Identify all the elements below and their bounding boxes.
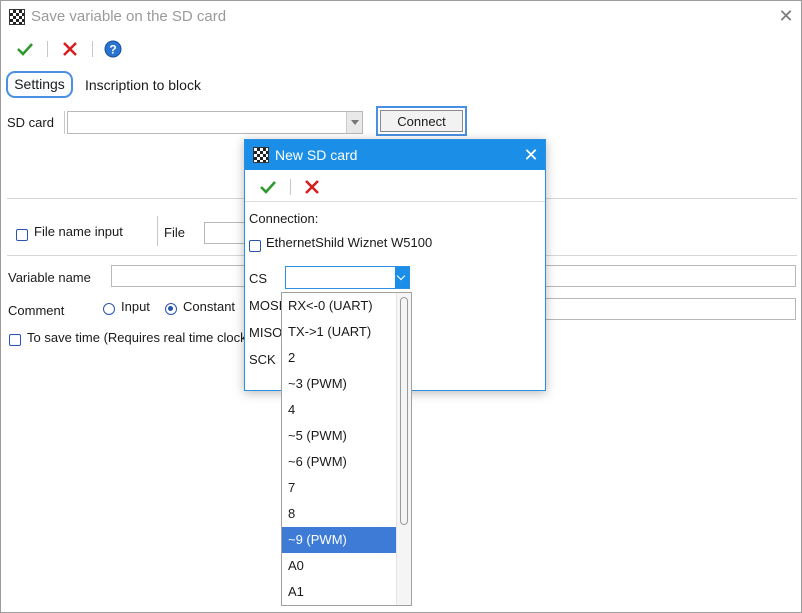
comment-constant-label: Constant: [183, 299, 236, 314]
variable-name-label: Variable name: [8, 270, 91, 285]
close-icon[interactable]: ✕: [521, 145, 541, 165]
miso-label: MISO: [249, 325, 283, 340]
cross-icon[interactable]: [61, 40, 79, 58]
dropdown-item[interactable]: 2: [282, 345, 396, 371]
dropdown-item[interactable]: A1: [282, 579, 396, 605]
check-icon[interactable]: [16, 40, 34, 58]
field-separator: [157, 216, 158, 246]
save-time-checkbox[interactable]: [9, 334, 21, 346]
close-icon[interactable]: ✕: [776, 6, 796, 26]
file-name-input-checkbox[interactable]: [16, 229, 28, 241]
toolbar-separator: [47, 41, 48, 57]
cs-dropdown-list[interactable]: RX<-0 (UART) TX->1 (UART) 2 ~3 (PWM) 4 ~…: [281, 292, 412, 606]
divider: [245, 201, 545, 202]
field-separator: [64, 111, 65, 134]
dropdown-item-selected[interactable]: ~9 (PWM): [282, 527, 396, 553]
app-icon: [253, 147, 269, 163]
chevron-down-icon[interactable]: [395, 267, 409, 288]
chevron-down-icon[interactable]: [346, 112, 362, 133]
dropdown-item[interactable]: ~5 (PWM): [282, 423, 396, 449]
window-title: Save variable on the SD card: [31, 8, 227, 25]
toolbar-separator: [92, 41, 93, 57]
dialog-title: New SD card: [275, 147, 358, 163]
app-icon: [9, 9, 25, 25]
toolbar: ?: [1, 36, 801, 62]
comment-label: Comment: [8, 303, 65, 318]
cross-icon[interactable]: [303, 178, 321, 196]
save-time-label: To save time (Requires real time clock: [27, 330, 247, 345]
title-bar: Save variable on the SD card ✕: [1, 1, 801, 32]
svg-text:?: ?: [109, 43, 116, 57]
connection-label: Connection:: [249, 211, 319, 226]
ethernet-shield-checkbox[interactable]: [249, 240, 261, 252]
connect-button-label: Connect: [380, 110, 463, 132]
mosi-label: MOSI: [249, 298, 283, 313]
check-icon[interactable]: [259, 178, 277, 196]
cs-select[interactable]: [285, 266, 410, 289]
connect-button[interactable]: Connect: [376, 106, 467, 136]
ethernet-shield-label: EthernetShild Wiznet W5100: [266, 235, 433, 250]
dropdown-scrollbar[interactable]: [396, 293, 411, 605]
scrollbar-thumb[interactable]: [400, 297, 408, 525]
dropdown-item[interactable]: 7: [282, 475, 396, 501]
dropdown-item[interactable]: ~6 (PWM): [282, 449, 396, 475]
comment-constant-radio[interactable]: [165, 303, 177, 315]
dialog-title-bar: New SD card ✕: [245, 140, 545, 170]
file-label: File: [164, 225, 185, 240]
sd-card-label: SD card: [7, 115, 54, 130]
tab-inscription[interactable]: Inscription to block: [85, 77, 201, 93]
tab-settings[interactable]: Settings: [6, 71, 73, 98]
cs-label: CS: [249, 271, 268, 286]
dropdown-item[interactable]: TX->1 (UART): [282, 319, 396, 345]
sd-card-select[interactable]: [67, 111, 363, 134]
file-name-input-label: File name input: [34, 224, 123, 239]
dropdown-item[interactable]: A0: [282, 553, 396, 579]
dropdown-item[interactable]: 8: [282, 501, 396, 527]
comment-input-radio[interactable]: [103, 303, 115, 315]
dropdown-item[interactable]: 4: [282, 397, 396, 423]
sck-label: SCK: [249, 352, 276, 367]
comment-input-label: Input: [121, 299, 150, 314]
help-icon[interactable]: ?: [104, 40, 122, 58]
dropdown-item[interactable]: RX<-0 (UART): [282, 293, 396, 319]
toolbar-separator: [290, 179, 291, 195]
dropdown-item[interactable]: ~3 (PWM): [282, 371, 396, 397]
